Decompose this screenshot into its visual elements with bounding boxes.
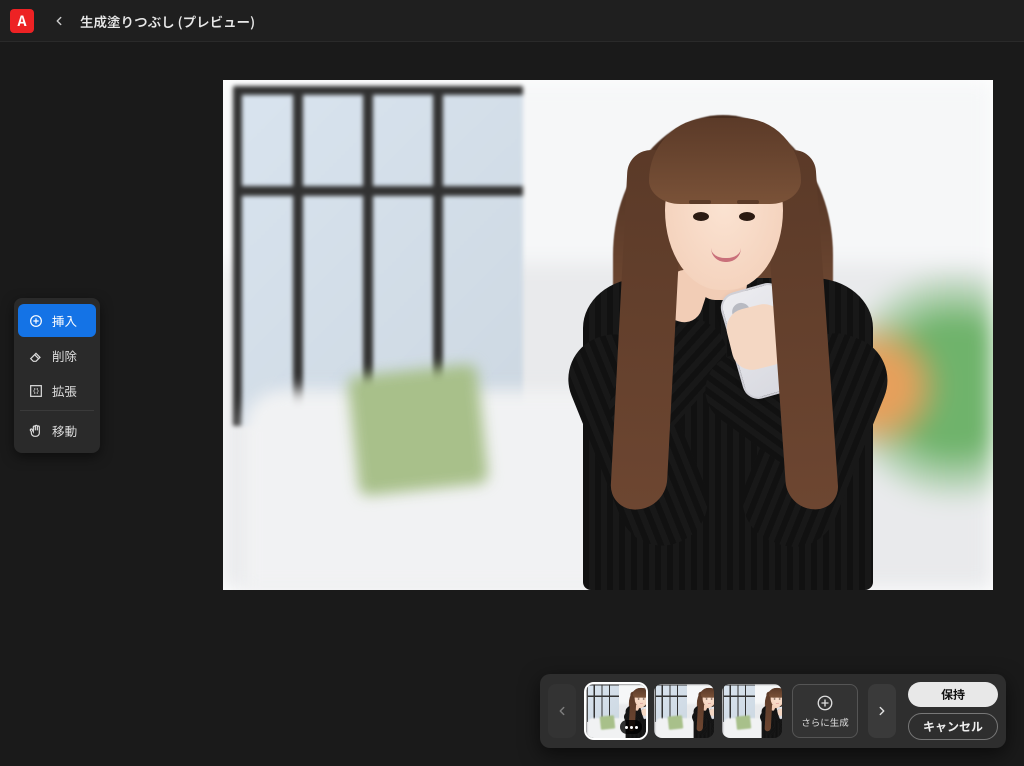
- page-title: 生成塗りつぶし (プレビュー): [80, 11, 255, 31]
- keep-button[interactable]: 保持: [908, 682, 998, 707]
- variation-thumb-3[interactable]: [722, 684, 782, 738]
- tool-label: 拡張: [52, 381, 77, 400]
- tool-panel: 挿入 削除 拡張 移動: [14, 298, 100, 453]
- back-button[interactable]: [46, 8, 72, 34]
- cancel-button[interactable]: キャンセル: [908, 713, 998, 740]
- tool-insert[interactable]: 挿入: [18, 304, 96, 337]
- app-header: A 生成塗りつぶし (プレビュー): [0, 0, 1024, 42]
- variation-thumbnails: [586, 684, 782, 738]
- variation-thumb-1[interactable]: [586, 684, 646, 738]
- variation-thumb-2[interactable]: [654, 684, 714, 738]
- insert-icon: [28, 313, 44, 329]
- tool-move[interactable]: 移動: [18, 414, 96, 447]
- preview-image[interactable]: [223, 80, 993, 590]
- action-buttons: 保持 キャンセル: [908, 682, 998, 740]
- expand-icon: [28, 383, 44, 399]
- variations-next-button[interactable]: [868, 684, 896, 738]
- variations-bar: さらに生成 保持 キャンセル: [540, 674, 1006, 748]
- more-icon[interactable]: [620, 720, 642, 734]
- eraser-icon: [28, 348, 44, 364]
- tool-label: 挿入: [52, 311, 77, 330]
- variations-prev-button[interactable]: [548, 684, 576, 738]
- hand-icon: [28, 423, 44, 439]
- tool-divider: [20, 410, 94, 411]
- generate-more-button[interactable]: さらに生成: [792, 684, 858, 738]
- tool-label: 移動: [52, 421, 77, 440]
- tool-remove[interactable]: 削除: [18, 339, 96, 372]
- app-logo: A: [10, 9, 34, 33]
- generate-more-label: さらに生成: [801, 715, 849, 729]
- tool-label: 削除: [52, 346, 77, 365]
- tool-expand[interactable]: 拡張: [18, 374, 96, 407]
